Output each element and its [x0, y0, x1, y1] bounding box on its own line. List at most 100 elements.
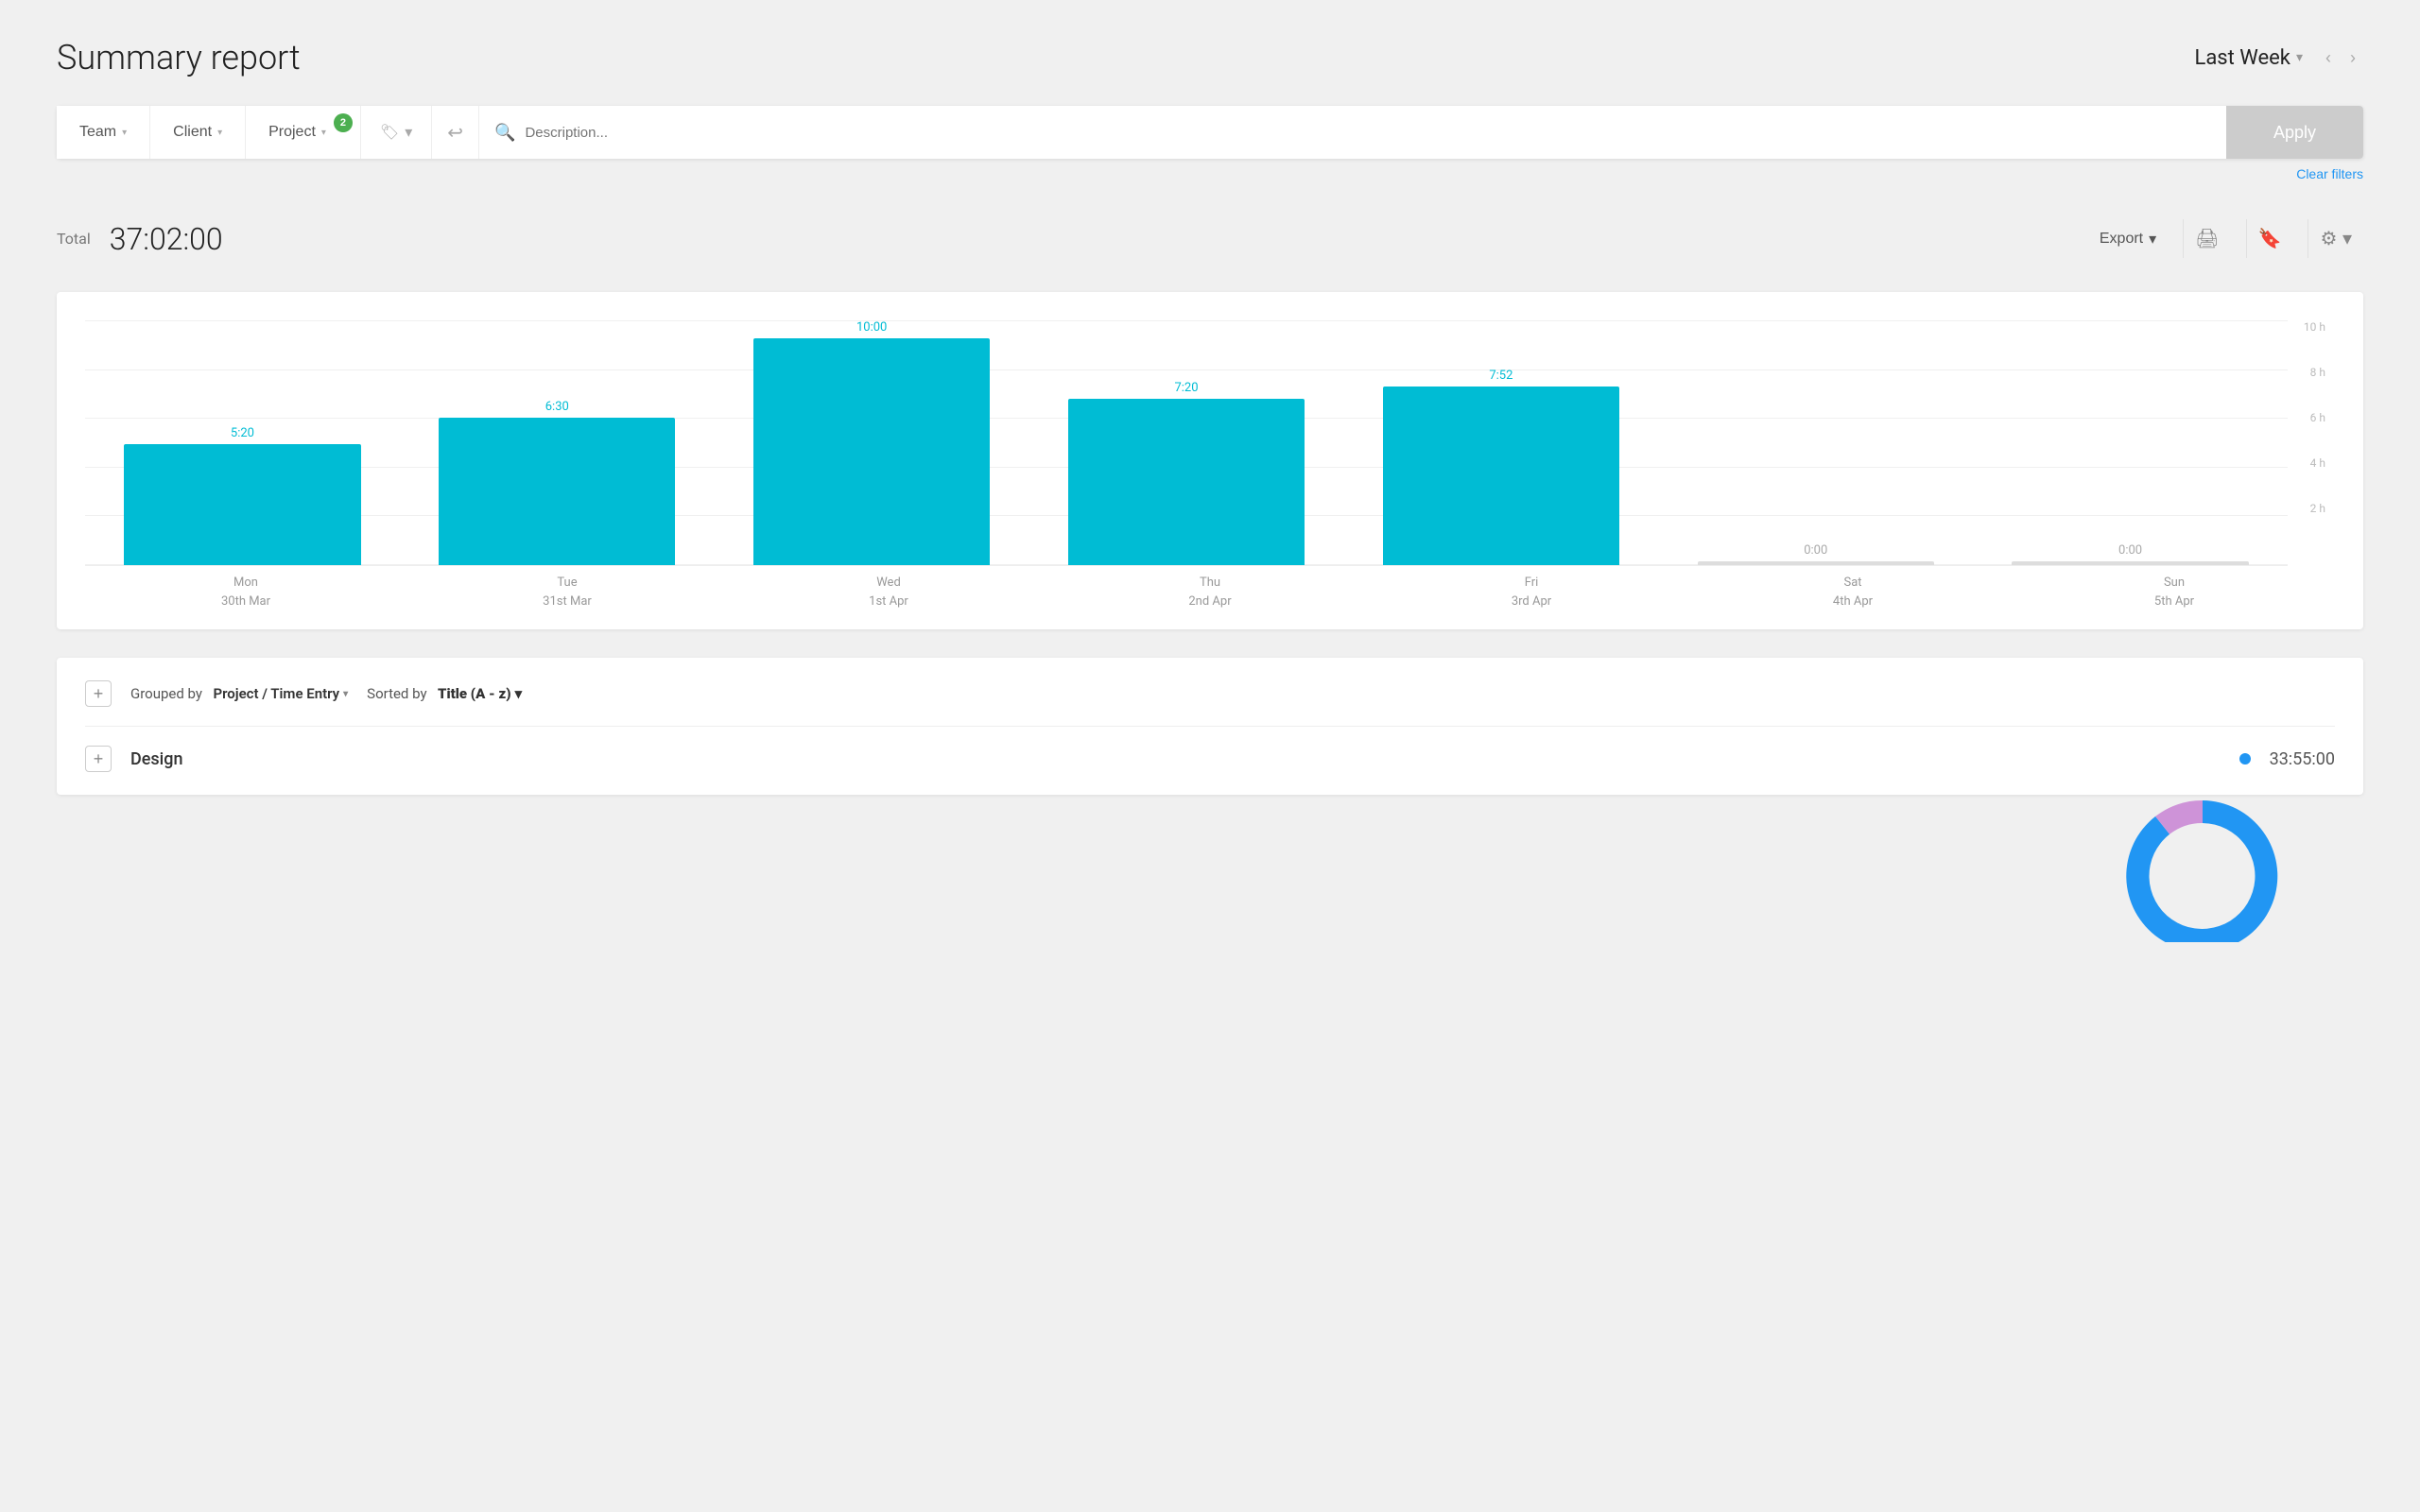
search-area: 🔍 — [479, 106, 2226, 159]
bar-value: 5:20 — [231, 426, 254, 440]
settings-button[interactable]: ⚙ ▾ — [2308, 219, 2363, 258]
bar — [2012, 561, 2248, 565]
project-badge-count: 2 — [334, 113, 353, 132]
y-axis-label: 8 h — [2288, 366, 2325, 379]
billable-icon: ↩ — [447, 121, 463, 145]
filter-bar: Team ▾ Client ▾ Project ▾ 2 🏷 ▾ ↩ 🔍 Appl… — [57, 106, 2363, 159]
apply-button[interactable]: Apply — [2226, 106, 2363, 159]
chevron-down-icon: ▾ — [321, 128, 326, 138]
project-rows: + Design 33:55:00 — [85, 746, 2335, 772]
bar-value: 7:52 — [1489, 369, 1512, 383]
team-filter-button[interactable]: Team ▾ — [57, 106, 150, 159]
add-grouping-button[interactable]: + — [85, 680, 112, 707]
date-range-selector[interactable]: Last Week ▾ — [2194, 46, 2303, 70]
chart-bars-area: 5:20 6:30 10:00 7:20 7:52 0:00 0:00 — [85, 320, 2288, 566]
grid-line — [85, 320, 2288, 321]
y-axis-label: 10 h — [2288, 320, 2325, 334]
project-name: Design — [130, 749, 2221, 769]
bookmark-button[interactable]: 🔖 — [2246, 219, 2293, 258]
project-row: + Design 33:55:00 — [85, 746, 2335, 772]
bar-value: 7:20 — [1174, 381, 1198, 395]
chart-day-label: Sun5th Apr — [2014, 574, 2335, 610]
team-filter-label: Team — [79, 124, 116, 141]
y-axis-label: 2 h — [2288, 502, 2325, 515]
total-time: 37:02:00 — [110, 221, 223, 257]
chart-bar-col: 7:20 — [1029, 381, 1344, 565]
tags-icon: 🏷 — [380, 123, 399, 142]
chart-day-label: Wed1st Apr — [728, 574, 1049, 610]
next-period-button[interactable]: › — [2342, 44, 2363, 72]
chart-y-axis: 2 h 4 h 6 h 8 h 10 h — [2288, 320, 2335, 566]
chevron-down-icon: ▾ — [217, 128, 222, 138]
chart-day-label: Mon30th Mar — [85, 574, 406, 610]
page-header: Summary report Last Week ▾ ‹ › — [57, 38, 2363, 77]
bar-value: 0:00 — [2118, 543, 2142, 558]
sorted-by-dropdown[interactable]: Title (A - z) ▾ — [430, 685, 522, 702]
chart-bar-col: 0:00 — [1973, 543, 2288, 565]
chevron-down-icon: ▾ — [405, 123, 412, 142]
chart-bar-col: 7:52 — [1343, 369, 1658, 565]
search-icon: 🔍 — [494, 123, 515, 143]
bottom-section: + Grouped by Project / Time Entry ▾ Sort… — [57, 658, 2363, 795]
header-right: Last Week ▾ ‹ › — [2194, 44, 2363, 72]
chart-day-label: Thu2nd Apr — [1049, 574, 1371, 610]
expand-project-button[interactable]: + — [85, 746, 112, 772]
bar-value: 10:00 — [856, 320, 887, 335]
divider — [85, 726, 2335, 727]
total-left: Total 37:02:00 — [57, 221, 223, 257]
chevron-down-icon: ▾ — [122, 128, 127, 138]
client-filter-button[interactable]: Client ▾ — [150, 106, 246, 159]
total-label: Total — [57, 230, 91, 248]
bar — [1383, 387, 1619, 565]
chevron-down-icon: ▾ — [2296, 50, 2303, 65]
chart-day-label: Tue31st Mar — [406, 574, 728, 610]
gear-icon: ⚙ — [2320, 229, 2337, 249]
total-right: Export ▾ 🖨 🔖 ⚙ ▾ — [2088, 219, 2363, 258]
prev-period-button[interactable]: ‹ — [2318, 44, 2339, 72]
tags-filter-button[interactable]: 🏷 ▾ — [361, 106, 432, 159]
bar-value: 6:30 — [545, 400, 569, 414]
date-range-label: Last Week — [2194, 46, 2290, 70]
bar — [439, 418, 675, 565]
export-button[interactable]: Export ▾ — [2088, 222, 2168, 256]
grid-line — [85, 369, 2288, 370]
page-title: Summary report — [57, 38, 301, 77]
bar — [753, 338, 990, 565]
sorted-by-label: Sorted by Title (A - z) ▾ — [367, 685, 522, 702]
project-time: 33:55:00 — [2270, 749, 2335, 769]
chart-card: 5:20 6:30 10:00 7:20 7:52 0:00 0:00 2 h 4 h 6 h 8… — [57, 292, 2363, 629]
project-filter-button[interactable]: Project ▾ 2 — [246, 106, 361, 159]
bookmark-icon: 🔖 — [2258, 229, 2282, 249]
search-input[interactable] — [525, 125, 2211, 141]
client-filter-label: Client — [173, 124, 212, 141]
grouped-by-dropdown[interactable]: Project / Time Entry ▾ — [206, 685, 348, 702]
bar — [1068, 399, 1305, 565]
grouping-bar: + Grouped by Project / Time Entry ▾ Sort… — [85, 680, 2335, 707]
chevron-down-icon: ▾ — [515, 685, 523, 702]
grouped-by-label: Grouped by Project / Time Entry ▾ — [130, 685, 348, 702]
donut-chart — [2099, 772, 2307, 946]
chevron-down-icon: ▾ — [2149, 230, 2156, 249]
chart-bar-col: 10:00 — [715, 320, 1029, 565]
clear-filters-button[interactable]: Clear filters — [2296, 163, 2363, 185]
export-label: Export — [2100, 231, 2143, 248]
project-color-dot — [2239, 753, 2251, 765]
total-bar: Total 37:02:00 Export ▾ 🖨 🔖 ⚙ ▾ — [57, 204, 2363, 273]
clear-filters-row: Clear filters — [57, 163, 2363, 185]
chart-bar-col: 5:20 — [85, 426, 400, 565]
chart-day-labels: Mon30th MarTue31st MarWed1st AprThu2nd A… — [85, 574, 2335, 610]
billable-filter-button[interactable]: ↩ — [432, 106, 479, 159]
date-nav-arrows: ‹ › — [2318, 44, 2363, 72]
bar — [1698, 561, 1934, 565]
y-axis-label: 4 h — [2288, 456, 2325, 470]
chart-day-label: Fri3rd Apr — [1371, 574, 1692, 610]
filter-group: Team ▾ Client ▾ Project ▾ 2 🏷 ▾ ↩ 🔍 — [57, 106, 2226, 159]
chart-bar-col: 0:00 — [1658, 543, 1973, 565]
chart-day-label: Sat4th Apr — [1692, 574, 2014, 610]
print-button[interactable]: 🖨 — [2183, 219, 2230, 258]
print-icon: 🖨 — [2195, 229, 2219, 249]
chevron-down-icon: ▾ — [343, 689, 348, 699]
bar — [124, 444, 360, 565]
chart-bar-col: 6:30 — [400, 400, 715, 565]
y-axis-label: 6 h — [2288, 411, 2325, 424]
